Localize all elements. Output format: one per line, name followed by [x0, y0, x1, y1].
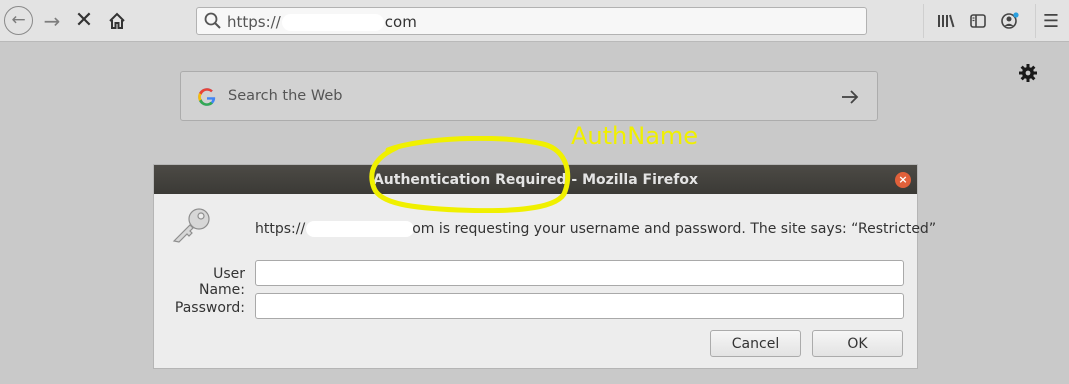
password-label: Password: — [174, 300, 245, 316]
dialog-close-button[interactable]: × — [895, 172, 911, 188]
annotation-label: AuthName — [571, 122, 699, 150]
hamburger-icon: ☰ — [1042, 10, 1060, 32]
sidebar-button[interactable] — [967, 10, 989, 32]
web-search-box[interactable]: Search the Web — [180, 71, 878, 121]
stop-button[interactable]: ✕ — [69, 6, 99, 36]
username-field[interactable] — [255, 260, 904, 286]
dialog-message: https:// om is requesting your username a… — [255, 221, 936, 237]
username-label: User Name: — [198, 266, 245, 298]
search-icon — [204, 12, 221, 29]
arrow-right-icon: → — [43, 9, 61, 33]
account-icon — [1001, 12, 1019, 29]
dialog-title: Authentication Required - Mozilla Firefo… — [372, 172, 699, 188]
arrow-left-icon: ← — [11, 10, 26, 30]
library-icon — [938, 14, 955, 28]
redacted-domain — [306, 221, 415, 237]
sidebar-icon — [970, 14, 986, 28]
forward-button[interactable]: → — [37, 6, 67, 36]
url-text: https:// com — [227, 13, 417, 31]
google-logo-icon — [198, 88, 216, 106]
redacted-domain — [281, 14, 384, 31]
password-field[interactable] — [255, 293, 904, 319]
arrow-right-icon[interactable] — [839, 86, 861, 108]
ok-button[interactable]: OK — [812, 330, 903, 357]
close-icon: ✕ — [74, 8, 94, 33]
cancel-button[interactable]: Cancel — [710, 330, 801, 357]
authentication-dialog: Authentication Required - Mozilla Firefo… — [153, 164, 936, 369]
account-button[interactable] — [999, 10, 1021, 32]
toolbar-divider — [923, 4, 924, 38]
url-prefix: https:// — [227, 13, 281, 31]
message-text: om is requesting your username and passw… — [412, 221, 937, 237]
close-icon: × — [898, 173, 908, 186]
url-suffix: com — [384, 13, 417, 31]
message-url-prefix: https:// — [255, 221, 306, 237]
toolbar-divider — [1035, 4, 1036, 38]
search-placeholder: Search the Web — [228, 88, 343, 104]
home-button[interactable] — [102, 6, 132, 36]
gear-icon[interactable] — [1017, 62, 1039, 84]
dialog-titlebar[interactable]: Authentication Required - Mozilla Firefo… — [154, 165, 917, 194]
address-bar[interactable]: https:// com — [196, 7, 867, 35]
library-button[interactable] — [935, 10, 957, 32]
home-icon — [109, 12, 125, 29]
key-icon — [172, 208, 210, 243]
browser-toolbar: ← → ✕ https:// com ☰ — [0, 0, 1069, 42]
back-button[interactable]: ← — [4, 6, 33, 35]
hamburger-menu-button[interactable]: ☰ — [1040, 10, 1062, 32]
